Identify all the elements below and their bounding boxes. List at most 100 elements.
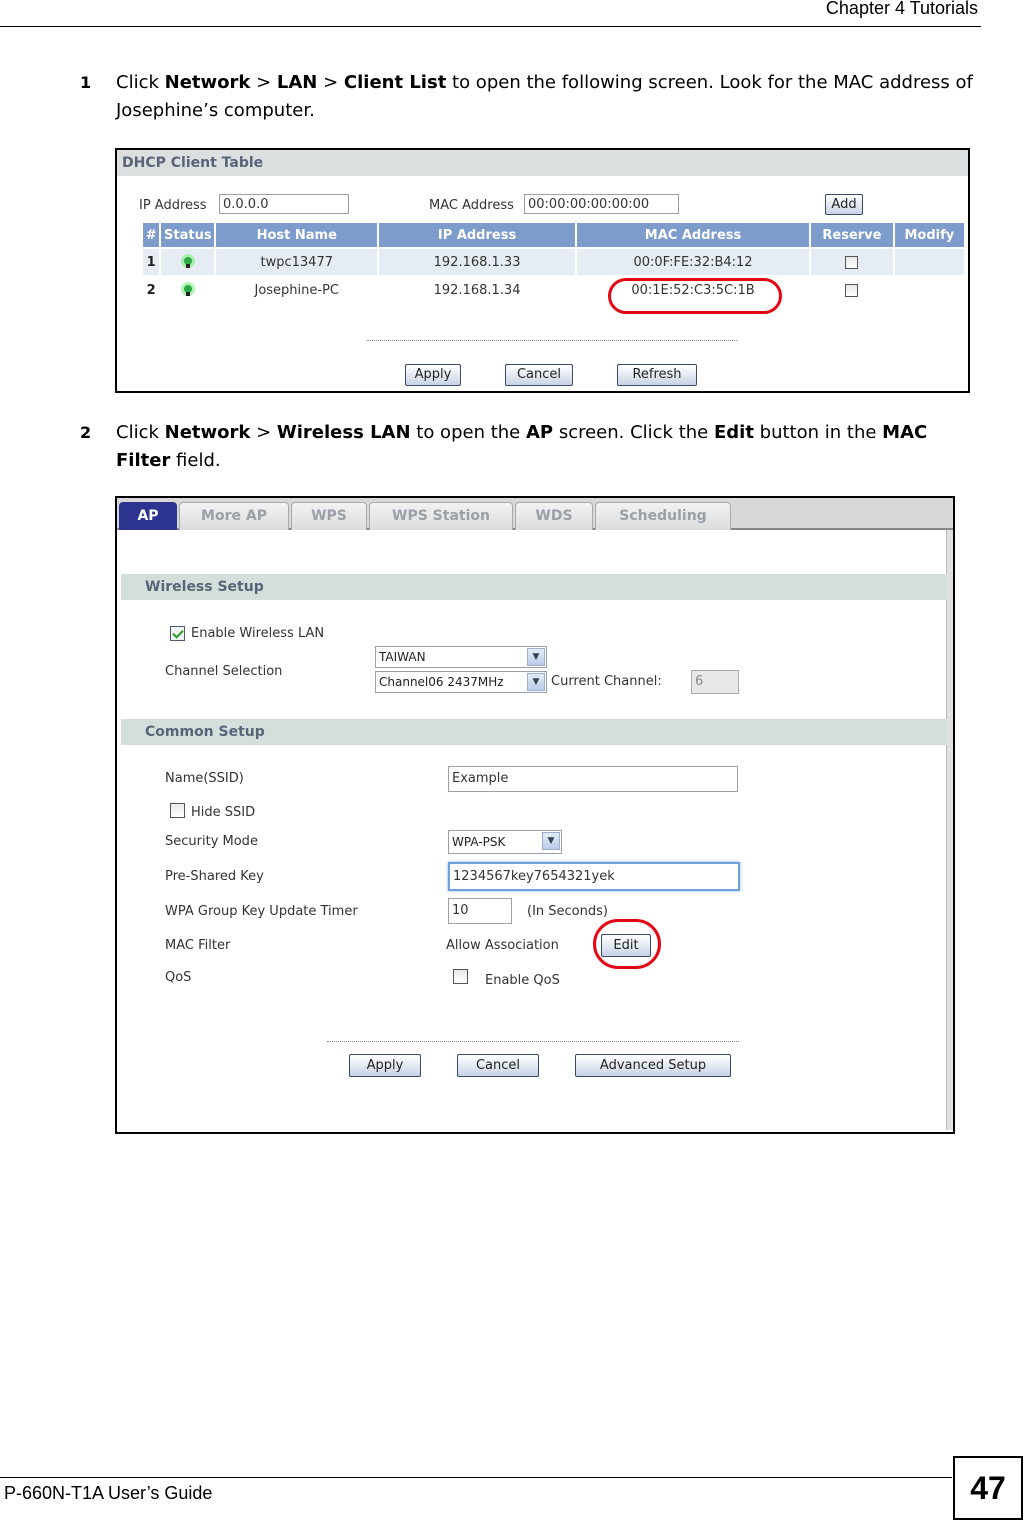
select-value: TAIWAN <box>379 650 426 664</box>
tab-wps-station[interactable]: WPS Station <box>369 502 513 530</box>
menu-network: Network <box>164 72 251 93</box>
text: Click <box>116 72 165 93</box>
col-modify: Modify <box>894 223 964 247</box>
step-number: 1 <box>80 73 92 92</box>
host-name: Josephine-PC <box>254 282 340 298</box>
channel-selection-label: Channel Selection <box>165 664 283 679</box>
enable-wlan-checkbox[interactable] <box>170 626 185 641</box>
mac-address: 00:0F:FE:32:B4:12 <box>576 249 810 275</box>
header-rule <box>0 26 981 27</box>
channel-select[interactable]: Channel06 2437MHz ▼ <box>375 671 547 693</box>
status-cell <box>161 277 214 303</box>
client-table: # Status Host Name IP Address MAC Addres… <box>141 221 966 305</box>
timer-input[interactable]: 10 <box>448 898 512 924</box>
menu-lan: LAN <box>276 72 318 93</box>
panel-title: DHCP Client Table <box>117 150 968 176</box>
table-row: 1 twpc13477 192.168.1.33 00:0F:FE:32:B4:… <box>143 249 964 275</box>
mac-address-label: MAC Address <box>429 198 514 213</box>
col-host-name: Host Name <box>216 223 378 247</box>
highlight-ring <box>593 919 661 969</box>
col-ip-address: IP Address <box>379 223 575 247</box>
country-select[interactable]: TAIWAN ▼ <box>375 646 547 668</box>
reserve-cell <box>811 277 893 303</box>
menu-network: Network <box>164 422 251 443</box>
common-setup-header: Common Setup <box>121 719 947 745</box>
chapter-title: Chapter 4 Tutorials <box>825 0 978 18</box>
psk-label: Pre-Shared Key <box>165 869 264 884</box>
ip-address-label: IP Address <box>139 198 207 213</box>
cancel-button[interactable]: Cancel <box>457 1054 539 1077</box>
chevron-down-icon: ▼ <box>527 673 545 691</box>
menu-client-list: Client List <box>343 72 447 93</box>
text: > <box>250 422 277 443</box>
ip-address: 192.168.1.33 <box>379 249 575 275</box>
step-1: 1 Click Network > LAN > Client List to o… <box>80 69 973 129</box>
tab-wps[interactable]: WPS <box>291 502 367 530</box>
modify-cell <box>895 277 964 303</box>
text: to open the <box>410 422 526 443</box>
wireless-setup-header: Wireless Setup <box>121 574 947 600</box>
dhcp-client-table-screenshot: DHCP Client Table IP Address 0.0.0.0 MAC… <box>115 148 970 393</box>
hide-ssid-label: Hide SSID <box>191 805 256 820</box>
text: Click <box>116 422 165 443</box>
scrollbar[interactable] <box>946 530 953 1130</box>
hide-ssid-checkbox[interactable] <box>170 803 185 818</box>
ssid-label: Name(SSID) <box>165 771 244 786</box>
ssid-input[interactable]: Example <box>448 766 738 792</box>
text: field. <box>170 450 221 471</box>
cancel-button[interactable]: Cancel <box>505 364 573 386</box>
enable-wlan-label: Enable Wireless LAN <box>191 626 325 641</box>
tab-scheduling[interactable]: Scheduling <box>595 502 731 530</box>
host-name: twpc13477 <box>216 249 378 275</box>
step-text: Click Network > LAN > Client List to ope… <box>116 69 976 125</box>
online-bulb-icon <box>180 254 195 268</box>
security-mode-select[interactable]: WPA-PSK ▼ <box>448 830 562 854</box>
text: > <box>250 72 277 93</box>
menu-wireless-lan: Wireless LAN <box>276 422 411 443</box>
reserve-cell <box>811 249 893 275</box>
mac-filter-label: MAC Filter <box>165 938 231 953</box>
col-reserve: Reserve <box>811 223 893 247</box>
tab-wds[interactable]: WDS <box>515 502 593 530</box>
modify-cell <box>894 249 964 275</box>
tab-ap[interactable]: AP <box>119 502 177 530</box>
step-text: Click Network > Wireless LAN to open the… <box>116 419 976 475</box>
psk-input[interactable]: 1234567key7654321yek <box>448 862 740 891</box>
guide-title: P-660N-T1A User’s Guide <box>4 1483 213 1503</box>
status-cell <box>161 249 215 275</box>
timer-label: WPA Group Key Update Timer <box>165 904 358 919</box>
refresh-button[interactable]: Refresh <box>617 364 697 386</box>
step-2: 2 Click Network > Wireless LAN to open t… <box>80 419 970 479</box>
wireless-ap-screenshot: AP More AP WPS WPS Station WDS Schedulin… <box>115 496 955 1134</box>
current-channel-value: 6 <box>691 670 739 694</box>
select-value: Channel06 2437MHz <box>379 675 504 689</box>
advanced-setup-button[interactable]: Advanced Setup <box>575 1054 731 1077</box>
reserve-checkbox[interactable] <box>845 255 859 269</box>
reserve-checkbox[interactable] <box>845 283 859 297</box>
dotted-separator <box>327 1041 739 1042</box>
tab-more-ap[interactable]: More AP <box>179 502 289 530</box>
text: > <box>317 72 344 93</box>
text: screen. Click the <box>553 422 714 443</box>
col-number: # <box>143 223 160 247</box>
page-number: 47 <box>953 1456 1023 1520</box>
row-number: 1 <box>143 249 160 275</box>
ip-address-input[interactable]: 0.0.0.0 <box>219 194 349 214</box>
col-mac-address: MAC Address <box>576 223 810 247</box>
ip-address: 192.168.1.34 <box>433 282 521 298</box>
dotted-separator <box>367 340 737 341</box>
qos-label: QoS <box>165 970 192 985</box>
button-edit-ref: Edit <box>713 422 754 443</box>
screen-ap: AP <box>525 422 554 443</box>
mac-address-input[interactable]: 00:00:00:00:00:00 <box>524 194 679 214</box>
step-number: 2 <box>80 423 92 442</box>
table-header-row: # Status Host Name IP Address MAC Addres… <box>143 223 964 247</box>
apply-button[interactable]: Apply <box>349 1054 421 1077</box>
chevron-down-icon: ▼ <box>542 832 560 850</box>
table-row: 2 Josephine-PC 192.168.1.34 00:1E:52:C3:… <box>143 277 964 303</box>
mac-filter-value: Allow Association <box>446 938 559 953</box>
add-button[interactable]: Add <box>825 194 863 215</box>
apply-button[interactable]: Apply <box>405 364 461 386</box>
enable-qos-checkbox[interactable] <box>453 969 468 984</box>
current-channel-label: Current Channel: <box>551 674 662 689</box>
